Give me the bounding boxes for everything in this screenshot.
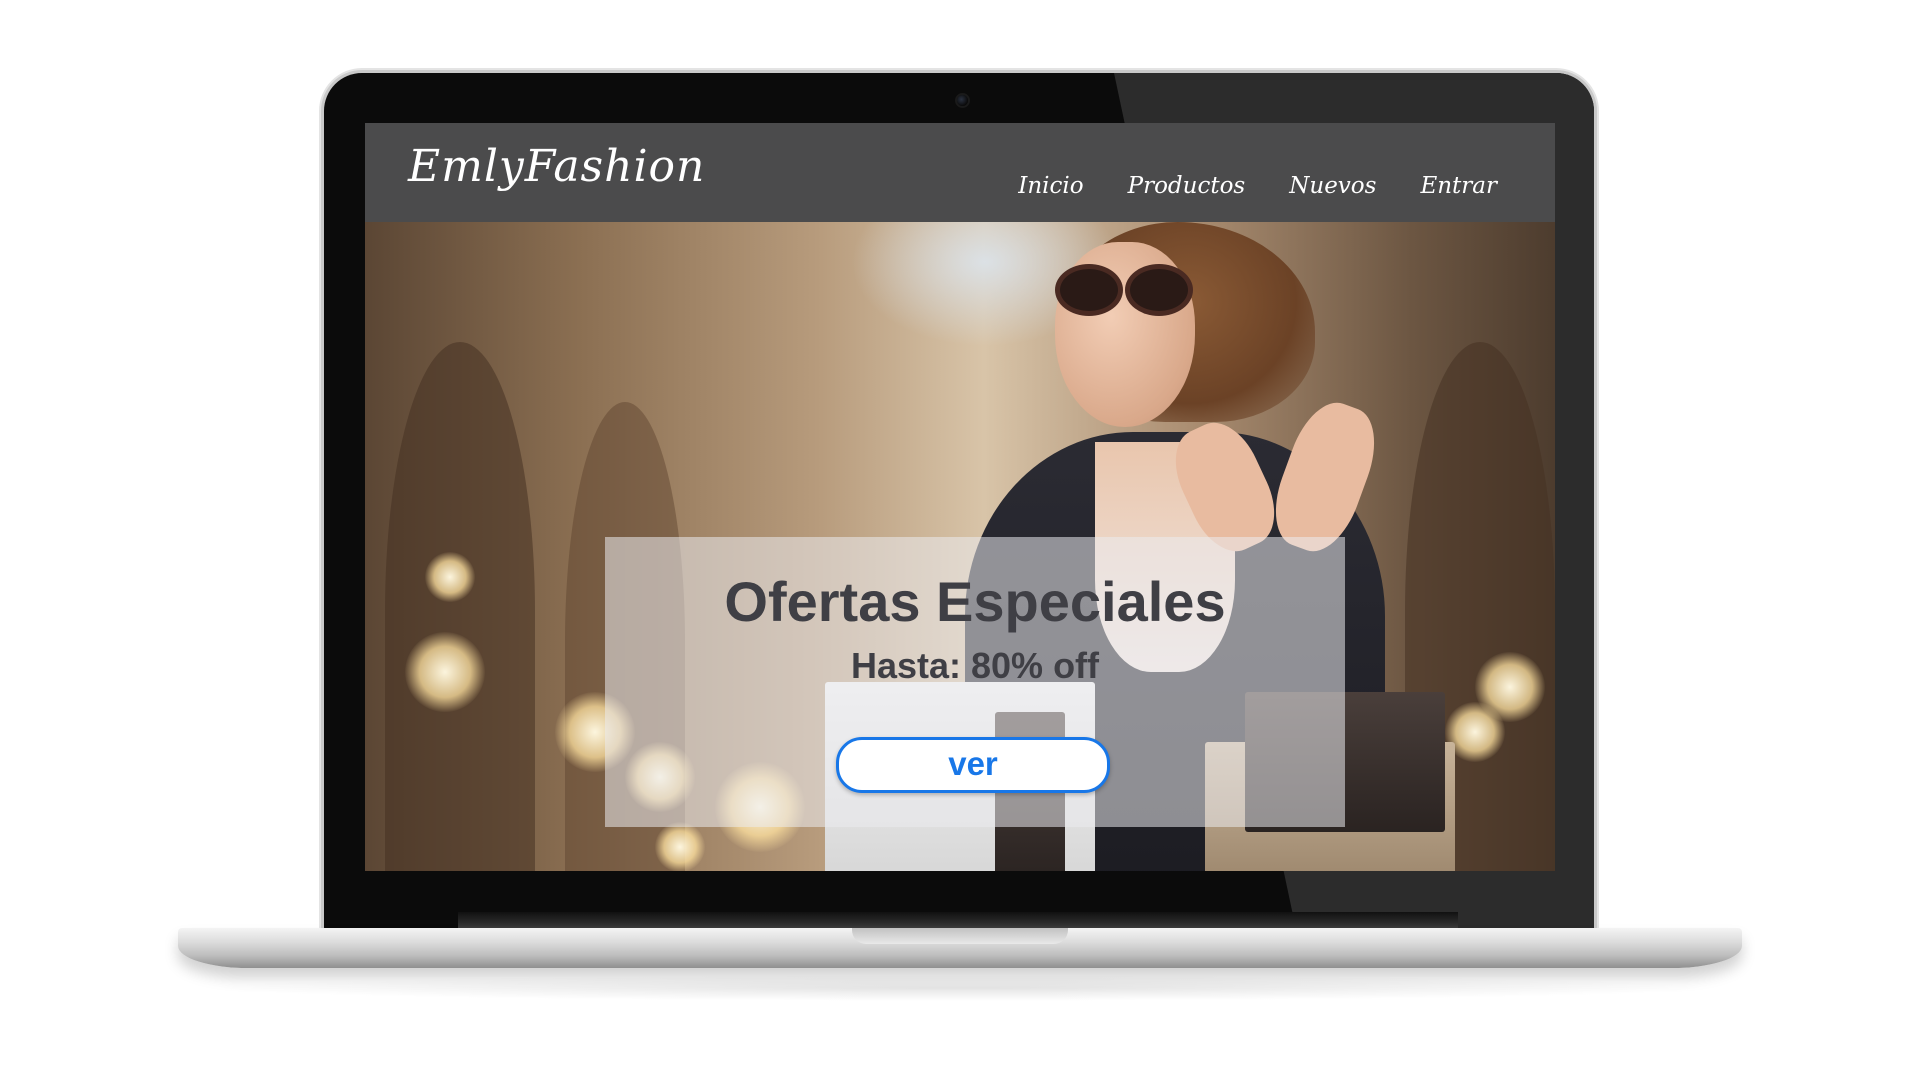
bokeh-light: [655, 822, 705, 871]
background-arch: [385, 342, 535, 871]
webcam-icon: [957, 95, 968, 106]
promo-subtitle: Hasta: 80% off: [850, 645, 1100, 686]
bokeh-light: [425, 552, 475, 602]
site-logo[interactable]: EmlyFashion: [408, 141, 705, 192]
sunglasses-icon: [1055, 264, 1205, 316]
nav-item-productos[interactable]: Productos: [1128, 173, 1246, 199]
laptop-mockup: EmlyFashion Inicio Productos Nuevos Entr…: [0, 0, 1920, 1080]
nav-item-entrar[interactable]: Entrar: [1420, 173, 1497, 199]
nav-item-inicio[interactable]: Inicio: [1018, 173, 1083, 199]
hero-banner-image: Ofertas Especiales Hasta: 80% off ver: [365, 222, 1555, 871]
promo-title: Ofertas Especiales: [724, 570, 1226, 633]
promo-card: Ofertas Especiales Hasta: 80% off ver: [605, 537, 1345, 827]
nav-item-nuevos[interactable]: Nuevos: [1289, 173, 1376, 199]
site-navbar: EmlyFashion Inicio Productos Nuevos Entr…: [365, 123, 1555, 222]
laptop-shadow: [200, 975, 1720, 1001]
ver-button[interactable]: ver: [836, 737, 1110, 793]
bokeh-light: [405, 632, 485, 712]
nav-menu: Inicio Productos Nuevos Entrar: [1018, 173, 1497, 199]
laptop-opening-notch: [852, 928, 1068, 944]
laptop-screen: EmlyFashion Inicio Productos Nuevos Entr…: [365, 123, 1555, 871]
